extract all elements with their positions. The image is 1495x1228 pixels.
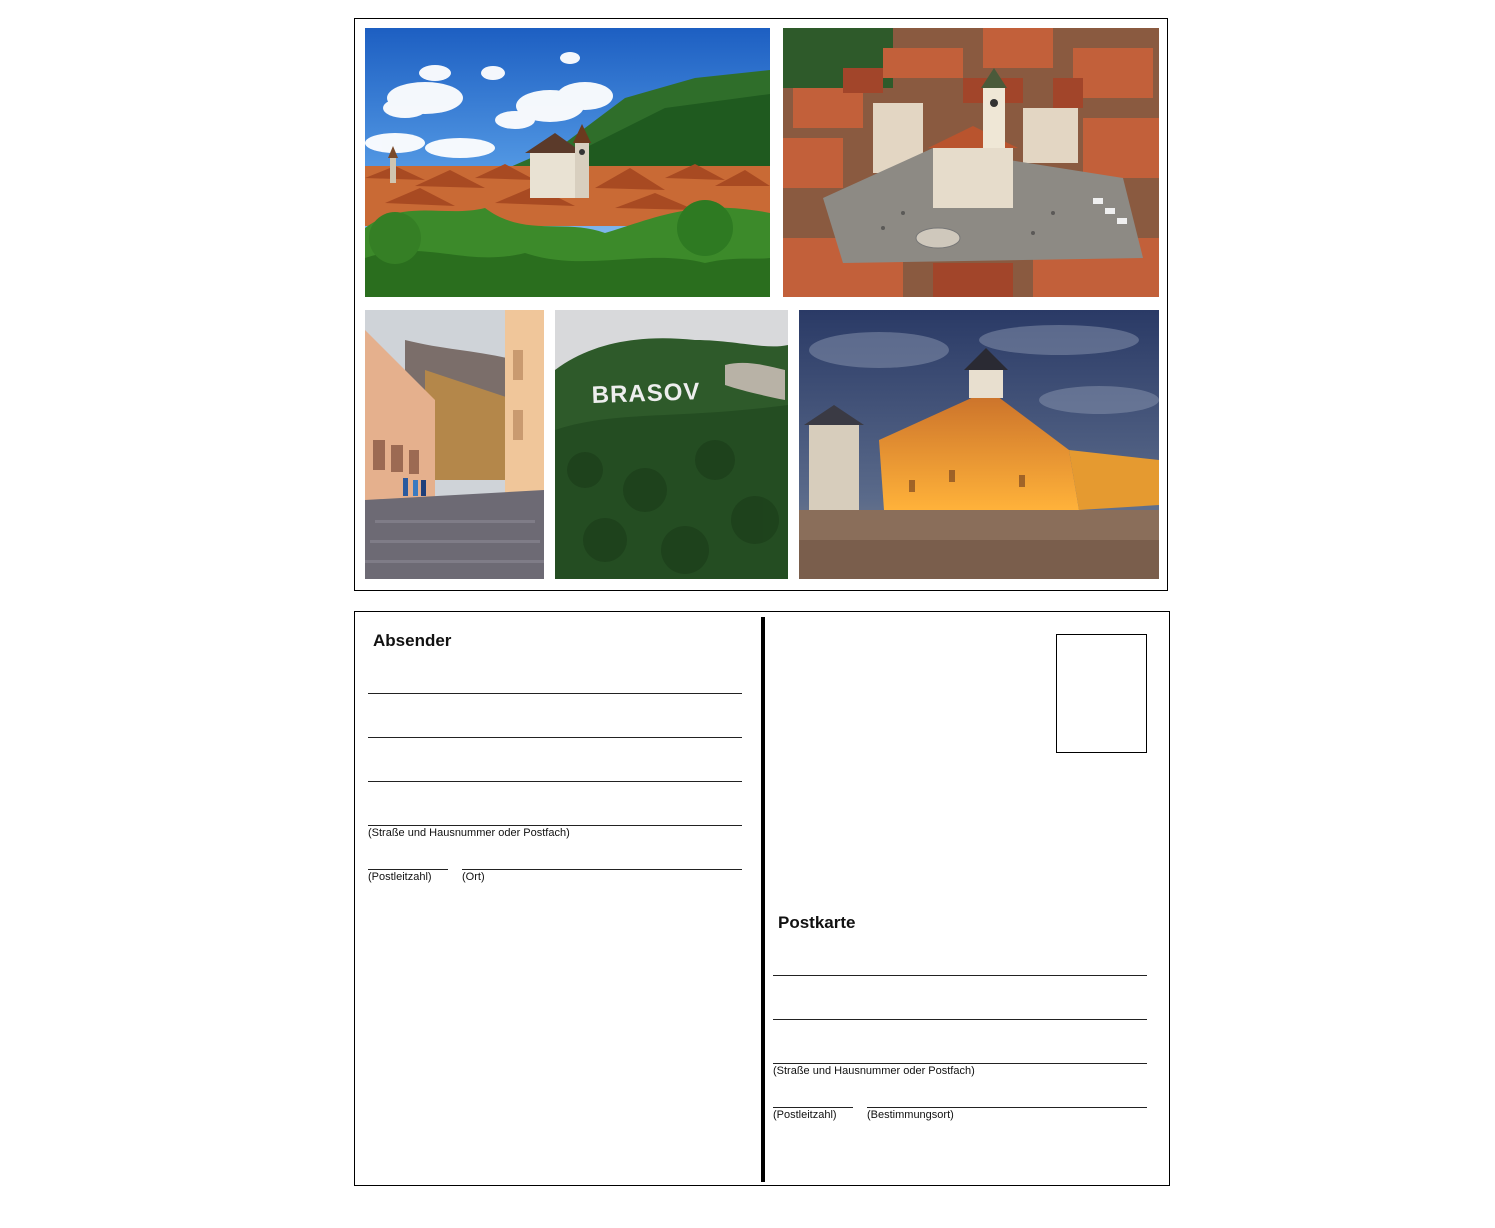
recipient-street-line[interactable] xyxy=(773,1063,1147,1064)
recipient-line-1[interactable] xyxy=(773,975,1147,976)
sender-postcode-line[interactable] xyxy=(368,869,448,870)
photo-arcaded-street xyxy=(365,310,544,579)
brasov-sign-text: BRASOV xyxy=(591,378,701,409)
sender-line-1[interactable] xyxy=(368,693,742,694)
sender-street-hint: (Straße und Hausnummer oder Postfach) xyxy=(368,827,570,839)
recipient-postcode-line[interactable] xyxy=(773,1107,853,1108)
recipient-street-hint: (Straße und Hausnummer oder Postfach) xyxy=(773,1065,975,1077)
recipient-city-hint: (Bestimmungsort) xyxy=(867,1109,954,1121)
sender-heading: Absender xyxy=(373,631,452,650)
center-divider xyxy=(761,617,765,1182)
sender-line-2[interactable] xyxy=(368,737,742,738)
photo-brasov-sign-hill: BRASOV xyxy=(555,310,788,579)
postcard-back: Absender (Straße und Hausnummer oder Pos… xyxy=(354,611,1170,1186)
recipient-line-2[interactable] xyxy=(773,1019,1147,1020)
sender-city-hint: (Ort) xyxy=(462,871,485,883)
photo-fortress-dusk xyxy=(799,310,1159,579)
photo-council-square-aerial xyxy=(783,28,1159,297)
sender-postcode-hint: (Postleitzahl) xyxy=(368,871,432,883)
postcard-front: BRASOV xyxy=(354,18,1168,591)
recipient-heading: Postkarte xyxy=(778,913,856,932)
sender-line-3[interactable] xyxy=(368,781,742,782)
photo-old-town-panorama xyxy=(365,28,770,297)
stamp-box xyxy=(1056,634,1147,753)
sender-street-line[interactable] xyxy=(368,825,742,826)
recipient-postcode-hint: (Postleitzahl) xyxy=(773,1109,837,1121)
recipient-city-line[interactable] xyxy=(867,1107,1147,1108)
sender-city-line[interactable] xyxy=(462,869,742,870)
